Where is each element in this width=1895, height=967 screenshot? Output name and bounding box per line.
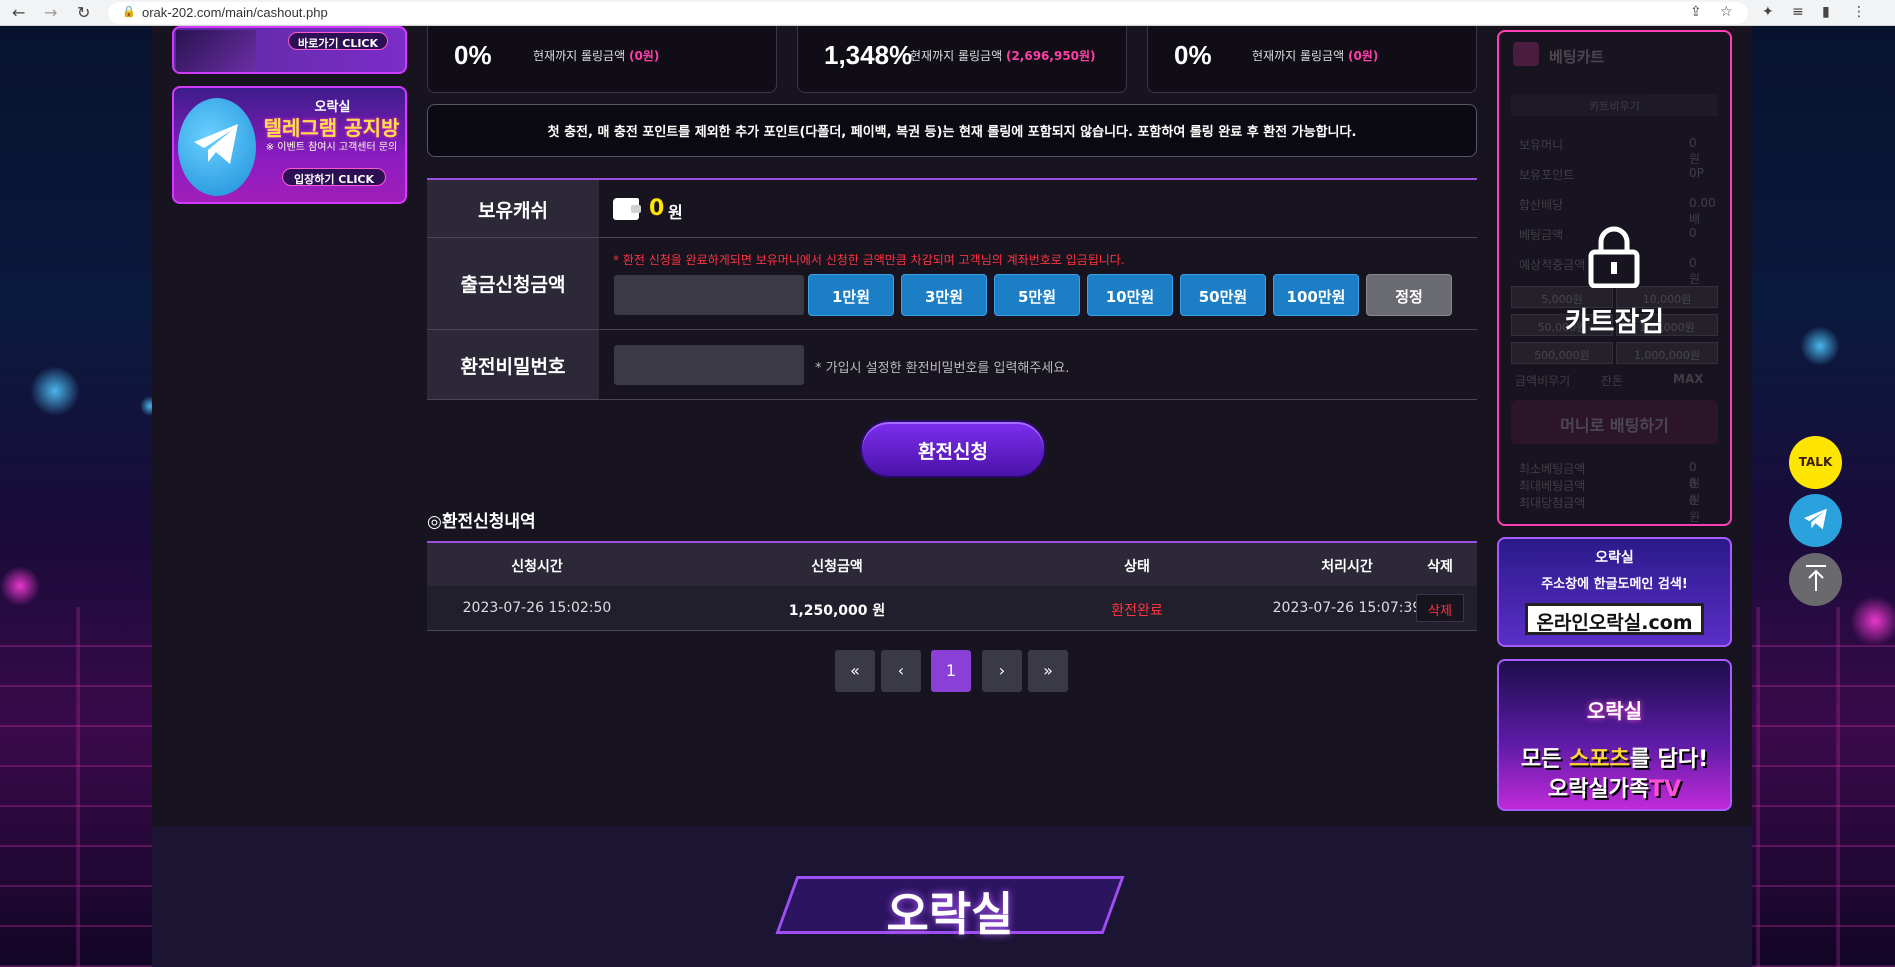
stat-percent: 0% (1174, 40, 1212, 70)
stat-percent: 1,348% (824, 40, 913, 70)
cart-lock-overlay: 카트잠김 (1499, 32, 1730, 524)
banner-domain: 온라인오락실.com (1525, 603, 1704, 635)
banner-title: 주소창에 한글도메인 검색! (1541, 577, 1688, 592)
amount-button-50k[interactable]: 5만원 (994, 274, 1080, 316)
scroll-top-button[interactable] (1789, 553, 1842, 606)
history-table: 신청시간 신청금액 상태 처리시간 삭제 2023-07-26 15:02:50… (427, 541, 1477, 631)
banner-line2: 오락실가족TV (1547, 777, 1682, 802)
page-next-button[interactable]: › (982, 650, 1022, 692)
amount-button-30k[interactable]: 3만원 (901, 274, 987, 316)
page-prev-button[interactable]: ‹ (881, 650, 921, 692)
right-banner-tv[interactable]: 오락실 모든 스포츠를 담다! 오락실가족TV (1497, 659, 1732, 811)
back-icon[interactable]: ← (12, 3, 25, 22)
page-current-button[interactable]: 1 (931, 650, 971, 692)
amount-button-1m[interactable]: 100만원 (1273, 274, 1359, 316)
banner2-click[interactable]: 입장하기 CLICK (282, 168, 386, 186)
banner-brand: 오락실 (1586, 699, 1643, 723)
col-requested: 신청시간 (511, 559, 563, 575)
lock-icon: 🔒 (122, 6, 136, 18)
kakao-talk-button[interactable]: TALK (1789, 436, 1842, 489)
telegram-logo-icon (178, 98, 256, 196)
page-first-button[interactable]: « (835, 650, 875, 692)
col-amount: 신청금액 (811, 559, 863, 575)
amount-input[interactable] (614, 275, 804, 315)
telegram-button[interactable] (1789, 494, 1842, 547)
footer-logo: 오락실 (750, 870, 1150, 962)
banner-thumbnail (176, 30, 256, 72)
table-row: 2023-07-26 15:02:50 1,250,000 원 환전완료 202… (427, 586, 1477, 631)
reading-list-icon[interactable]: ≡ (1792, 4, 1804, 20)
withdraw-submit-button[interactable]: 환전신청 (860, 420, 1046, 478)
password-hint: * 가입시 설정한 환전비밀번호를 입력해주세요. (815, 361, 1070, 376)
amount-reset-button[interactable]: 정정 (1366, 274, 1452, 316)
amount-button-100k[interactable]: 10만원 (1087, 274, 1173, 316)
share-icon[interactable]: ⇪ (1690, 4, 1702, 20)
rolling-stat-3: 0% 현재까지 롤링금액 (0원) (1147, 26, 1477, 93)
banner2-sub: ※ 이벤트 참여시 고객센터 문의 (265, 142, 398, 153)
banner-line1: 모든 스포츠를 담다! (1520, 747, 1709, 772)
stat-label: 현재까지 롤링금액 (0원) (1252, 49, 1379, 63)
menu-icon[interactable]: ⋮ (1852, 4, 1866, 20)
page-last-button[interactable]: » (1028, 650, 1068, 692)
stat-label: 현재까지 롤링금액 (2,696,950원) (910, 49, 1096, 63)
delete-button[interactable]: 삭제 (1416, 594, 1464, 622)
col-delete: 삭제 (1427, 559, 1453, 575)
side-panel-icon[interactable]: ▮ (1822, 4, 1830, 20)
amount-button-10k[interactable]: 1만원 (808, 274, 894, 316)
col-status: 상태 (1124, 559, 1150, 575)
cell-amount: 1,250,000 원 (788, 603, 886, 619)
telegram-icon (1803, 508, 1827, 530)
bookmark-star-icon[interactable]: ☆ (1720, 4, 1733, 20)
wallet-icon (613, 198, 641, 220)
banner1-click[interactable]: 바로가기 CLICK (288, 32, 388, 50)
rolling-stat-1: 0% 현재까지 롤링금액 (0원) (427, 26, 777, 93)
stat-label: 현재까지 롤링금액 (0원) (533, 49, 660, 63)
amount-warning: * 환전 신청을 완료하게되면 보유머니에서 신청한 금액만큼 차감되며 고객님… (613, 253, 1125, 267)
cell-requested: 2023-07-26 15:02:50 (462, 600, 612, 616)
reload-icon[interactable]: ↻ (77, 3, 90, 22)
forward-icon[interactable]: → (44, 3, 57, 22)
left-banner-telegram[interactable]: 오락실 텔레그램 공지방 ※ 이벤트 참여시 고객센터 문의 입장하기 CLIC… (172, 86, 407, 204)
password-label: 환전비밀번호 (427, 330, 599, 399)
padlock-icon (1588, 226, 1640, 288)
banner-brand: 오락실 (1595, 550, 1634, 566)
browser-toolbar: ← → ↻ 🔒 orak-202.com/main/cashout.php ⇪ … (0, 0, 1895, 26)
password-input[interactable] (614, 345, 804, 385)
arrow-up-icon (1805, 565, 1826, 591)
cart-lock-text: 카트잠김 (1564, 307, 1665, 338)
betting-cart: 베팅카트 카트비우기 보유머니 0원 보유포인트 0P 합산배당 0.00배 베팅금액… (1497, 30, 1732, 526)
rolling-notice: 첫 충전, 매 충전 포인트를 제외한 추가 포인트(다폴더, 페이백, 복권 … (427, 104, 1477, 157)
col-processed: 처리시간 (1321, 559, 1373, 575)
amount-row: 출금신청금액 * 환전 신청을 완료하게되면 보유머니에서 신청한 금액만큼 차… (427, 238, 1477, 330)
table-header: 신청시간 신청금액 상태 처리시간 삭제 (427, 543, 1477, 586)
cash-row: 보유캐쉬 0 원 (427, 180, 1477, 238)
banner2-title: 텔레그램 공지방 (263, 116, 400, 140)
cell-processed: 2023-07-26 15:07:39 (1272, 600, 1422, 616)
rolling-stat-2: 1,348% 현재까지 롤링금액 (2,696,950원) (797, 26, 1127, 93)
password-row: 환전비밀번호 * 가입시 설정한 환전비밀번호를 입력해주세요. (427, 330, 1477, 400)
cell-status: 환전완료 (1111, 603, 1163, 619)
extensions-icon[interactable]: ✦ (1762, 4, 1774, 20)
cash-label: 보유캐쉬 (427, 180, 599, 237)
address-bar[interactable]: 🔒 orak-202.com/main/cashout.php (108, 2, 1748, 24)
cash-value: 0 (649, 196, 665, 221)
right-banner-domain[interactable]: 오락실 주소창에 한글도메인 검색! 온라인오락실.com (1497, 537, 1732, 647)
logo-text: 오락실 (886, 887, 1014, 941)
amount-button-500k[interactable]: 50만원 (1180, 274, 1266, 316)
history-title: ◎환전신청내역 (427, 512, 536, 532)
cash-unit: 원 (668, 203, 683, 222)
url-text: orak-202.com/main/cashout.php (142, 5, 328, 20)
withdraw-form: 보유캐쉬 0 원 출금신청금액 * 환전 신청을 완료하게되면 보유머니에서 신… (427, 178, 1477, 400)
amount-label: 출금신청금액 (427, 238, 599, 329)
stat-percent: 0% (454, 40, 492, 70)
left-banner-1[interactable]: 바로가기 CLICK (172, 26, 407, 74)
